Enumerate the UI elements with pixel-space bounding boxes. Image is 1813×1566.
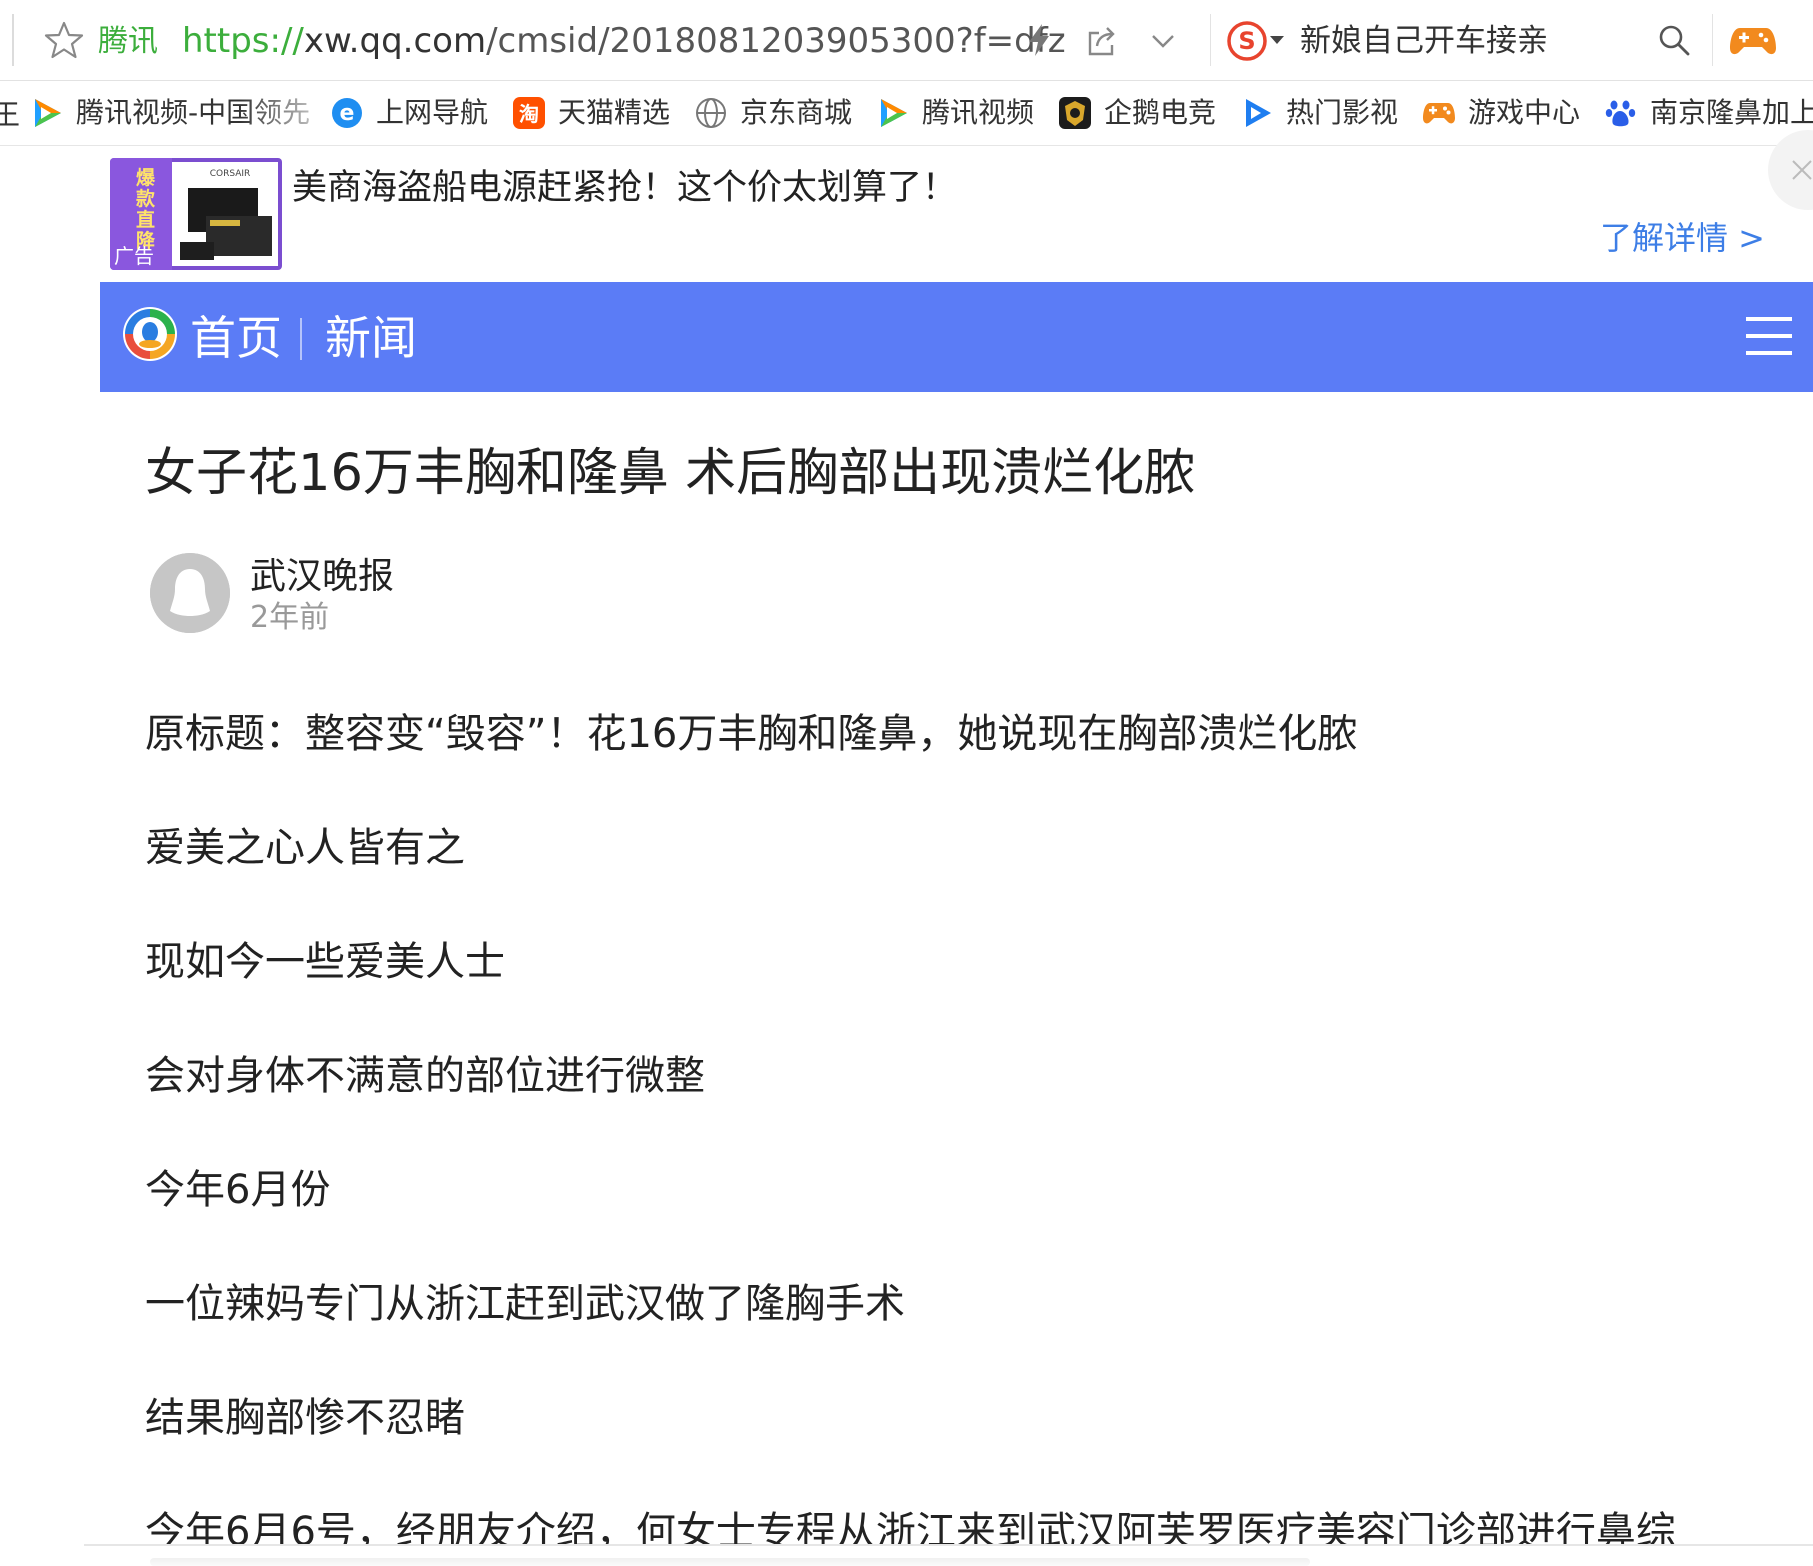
bookmark-label: 腾讯视频 [922,96,1035,129]
default-avatar-icon [150,553,230,633]
search-icon[interactable] [1656,22,1692,58]
star-bookmark-icon[interactable] [44,20,84,60]
bookmark-tencent-video[interactable]: 腾讯视频 [876,91,1034,135]
article-paragraph: 一位辣妈专门从浙江赶到武汉做了隆胸手术 [145,1281,905,1327]
author-avatar[interactable] [150,553,230,633]
nav-divider [300,318,302,360]
site-navigation-bar: 首页 新闻 [100,282,1813,392]
bottom-bar-shadow [150,1558,1310,1566]
article-paragraph: 爱美之心人皆有之 [145,825,465,871]
tencent-video-icon [35,99,61,127]
bookmark-tencent-video-portal[interactable]: 腾讯视频-中国领先 [30,91,310,135]
url-scheme: https:// [182,21,304,61]
search-input[interactable]: 新娘自己开车接亲 [1300,20,1548,62]
gamepad-icon[interactable] [1728,20,1778,60]
nav-home-link[interactable]: 首页 [190,310,282,366]
toolbar-divider [1210,14,1211,66]
bookmark-game-center[interactable]: 游戏中心 [1422,91,1580,135]
bookmark-label: 南京隆鼻加上 [1650,96,1813,129]
tab-edge-divider [12,14,14,66]
bookmark-label: 上网导航 [376,96,489,129]
bookmark-label: 京东商城 [740,96,853,129]
svg-text:e: e [340,101,355,126]
bookmark-label: 腾讯视频-中国领先 [76,91,310,135]
url-path: /cmsid/20180812039053​00?f=dfz [486,21,1066,61]
post-time: 2年前 [250,600,330,635]
sogou-search-engine-icon[interactable]: S [1226,20,1268,62]
url-field[interactable]: https://xw.qq.com/cmsid/20180812039053​0… [182,20,1066,62]
svg-text:S: S [1238,27,1255,55]
toolbar-divider [1712,14,1713,66]
taobao-icon: 淘 [513,97,545,129]
bookmark-hot-movies[interactable]: 热门影视 [1240,91,1398,135]
lightning-icon[interactable] [1023,22,1055,58]
bookmark-label: 天猫精选 [558,96,671,129]
search-engine-caret-icon[interactable] [1270,36,1284,44]
globe-icon [696,98,726,128]
baidu-paw-icon [1605,100,1636,127]
bookmark-label: 游戏中心 [1468,96,1581,129]
author-name[interactable]: 武汉晚报 [250,555,394,599]
article-paragraph: 今年6月份 [145,1167,331,1213]
ad-headline[interactable]: 美商海盗船电源赶紧抢！这个价太划算了！ [292,166,957,210]
svg-text:淘: 淘 [519,102,539,126]
bookmarks-bar: 王 腾讯视频-中国领先 e 上网导航 淘 天猫精选 京东商城 腾讯视频 [0,81,1813,146]
chevron-down-icon[interactable] [1148,26,1178,56]
ad-banner[interactable]: CORSAIR 爆款直降 广告 美商海盗船电源赶紧抢！这个价太划算了！ 了解详情… [0,146,1813,281]
penguin-esports-icon [1059,97,1091,129]
play-icon [1246,99,1271,127]
site-identity-label: 腾讯 [98,24,158,59]
ad-label: 广告 [114,244,154,268]
nav-news-link[interactable]: 新闻 [325,310,417,366]
hamburger-menu-icon[interactable] [1744,314,1794,358]
address-bar: 腾讯 https://xw.qq.com/cmsid/2018081203905… [0,0,1813,81]
article-paragraph: 结果胸部惨不忍睹 [145,1395,465,1441]
svg-text:CORSAIR: CORSAIR [210,169,251,179]
close-icon[interactable] [1790,158,1813,182]
ad-learn-more-link[interactable]: 了解详情 > [1600,218,1765,258]
bookmark-label: 企鹅电竞 [1104,96,1217,129]
article-title: 女子花16万丰胸和隆鼻 术后胸部出现溃烂化脓 [145,444,1196,503]
article-paragraph: 原标题：整容变“毁容”！花16万丰胸和隆鼻，她说现在胸部溃烂化脓 [145,711,1358,757]
ad-thumbnail[interactable]: CORSAIR 爆款直降 广告 [110,158,282,270]
article-paragraph: 现如今一些爱美人士 [145,939,505,985]
bookmark-penguin-esports[interactable]: 企鹅电竞 [1058,91,1216,135]
share-icon[interactable] [1085,24,1119,58]
ie-icon: e [332,98,362,128]
tencent-video-icon [881,99,907,127]
bookmark-tmall[interactable]: 淘 天猫精选 [512,91,670,135]
article-paragraph: 会对身体不满意的部位进行微整 [145,1053,705,1099]
bookmark-label: 热门影视 [1286,96,1399,129]
bookmark-jd[interactable]: 京东商城 [694,91,852,135]
tencent-news-logo-icon[interactable] [122,306,178,362]
bookmark-partial[interactable]: 王 [0,91,20,135]
gamepad-icon [1423,103,1455,124]
url-host: xw.qq.com [303,21,487,61]
bookmark-web-navigation[interactable]: e 上网导航 [330,91,488,135]
ad-thumb-promo-text: 爆款直降 [136,167,156,252]
bookmark-nanjing-rhinoplasty[interactable]: 南京隆鼻加上 [1604,91,1813,135]
